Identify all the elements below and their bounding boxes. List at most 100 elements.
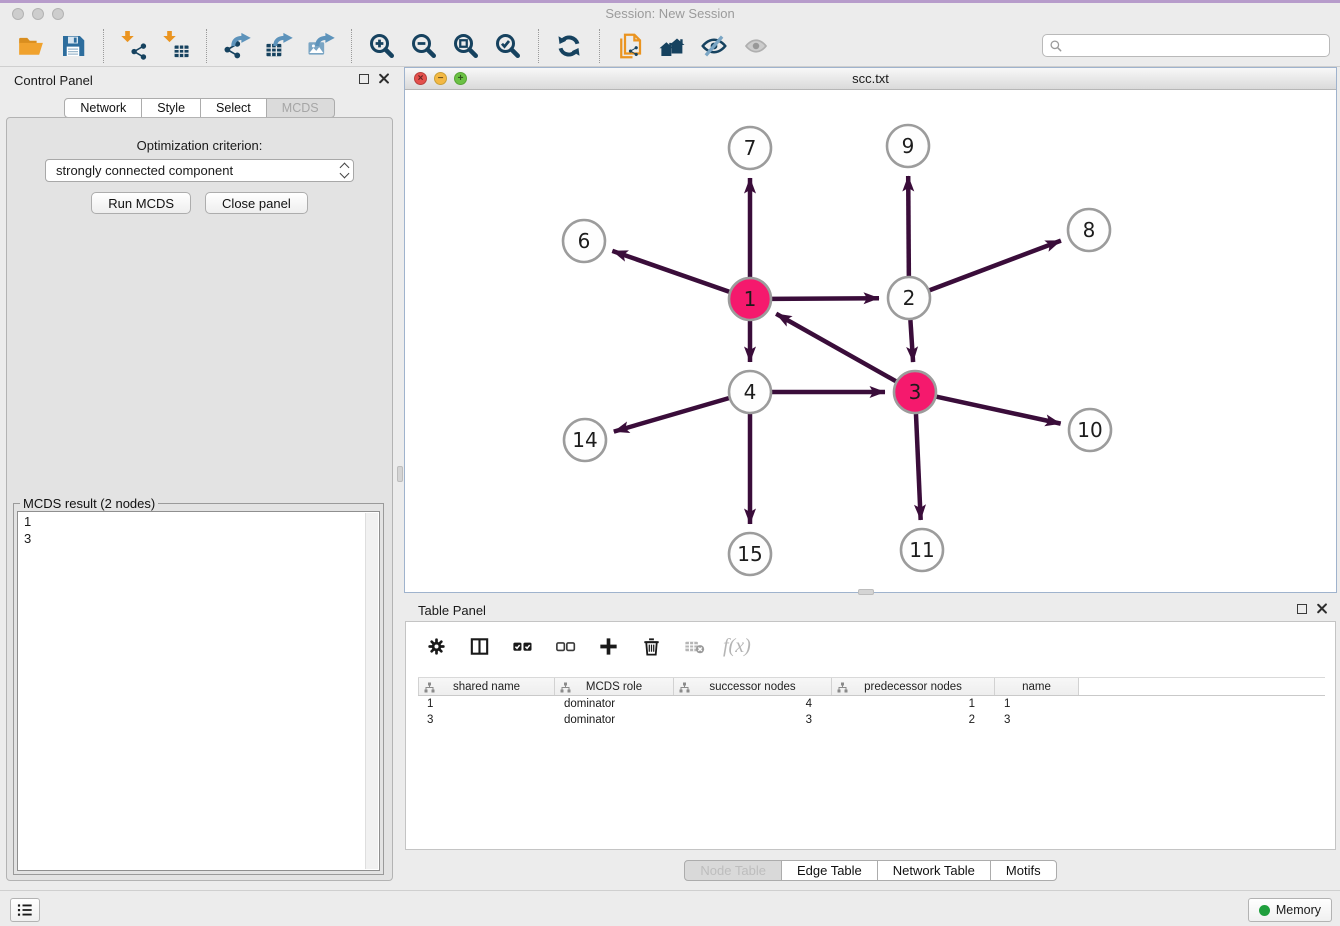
app-title: Session: New Session — [0, 6, 1340, 21]
application-window: Session: New Session Control Panel Netwo… — [0, 0, 1340, 926]
column-type-icon — [837, 682, 848, 693]
search-box[interactable] — [1042, 34, 1330, 57]
graph-node-2[interactable]: 2 — [888, 277, 930, 319]
tab-style[interactable]: Style — [141, 98, 201, 118]
column-header-predecessor-nodes[interactable]: predecessor nodes — [832, 678, 995, 695]
tab-edge-table[interactable]: Edge Table — [781, 860, 878, 881]
refresh-button[interactable] — [548, 27, 590, 65]
task-history-button[interactable] — [10, 898, 40, 922]
close-panel-icon[interactable] — [1316, 603, 1327, 614]
import-table-button[interactable] — [155, 27, 197, 65]
column-header-name[interactable]: name — [995, 678, 1079, 695]
result-scrollbar[interactable] — [365, 513, 378, 869]
mcds-result-box: 1 3 — [17, 511, 380, 871]
delete-table-button[interactable] — [680, 632, 708, 660]
network-window-titlebar[interactable]: × − + scc.txt — [405, 68, 1336, 90]
table-cell: 4 — [674, 698, 832, 710]
column-header-successor-nodes[interactable]: successor nodes — [674, 678, 832, 695]
graph-node-14[interactable]: 14 — [564, 419, 606, 461]
toolbar-separator — [103, 29, 104, 63]
edge-4-14[interactable] — [614, 398, 729, 431]
column-header-MCDS-role[interactable]: MCDS role — [555, 678, 674, 695]
zoom-in-button[interactable] — [361, 27, 403, 65]
table-cell: 3 — [674, 714, 832, 726]
run-mcds-button[interactable]: Run MCDS — [91, 192, 191, 214]
edge-2-9[interactable] — [908, 176, 909, 276]
export-image-button[interactable] — [300, 27, 342, 65]
open-session-button[interactable] — [10, 27, 52, 65]
node-label: 10 — [1077, 418, 1102, 442]
table-row[interactable]: 3dominator323 — [418, 712, 1325, 728]
vertical-splitter-handle[interactable] — [397, 466, 403, 482]
graph-node-3[interactable]: 3 — [894, 371, 936, 413]
graph-node-9[interactable]: 9 — [887, 125, 929, 167]
graph-node-1[interactable]: 1 — [729, 278, 771, 320]
table-cell: 3 — [418, 714, 555, 726]
edge-3-1[interactable] — [776, 314, 896, 381]
network-graph[interactable]: 1 2 3 4 6 7 8 9 10 11 14 15 — [405, 90, 1336, 591]
edge-2-3[interactable] — [910, 320, 913, 362]
table-row[interactable]: 1dominator411 — [418, 696, 1325, 712]
graph-node-10[interactable]: 10 — [1069, 409, 1111, 451]
zoom-in-icon — [367, 31, 397, 61]
select-stepper-icon — [335, 160, 353, 181]
graph-node-7[interactable]: 7 — [729, 127, 771, 169]
edge-1-6[interactable] — [612, 251, 729, 292]
memory-button[interactable]: Memory — [1248, 898, 1332, 922]
close-panel-icon[interactable] — [378, 73, 389, 84]
add-column-button[interactable] — [594, 632, 622, 660]
zoom-out-icon — [409, 31, 439, 61]
import-table-icon — [161, 31, 191, 61]
zoom-selected-button[interactable] — [487, 27, 529, 65]
hide-graphics-details-icon — [699, 31, 729, 61]
mcds-result-group: MCDS result (2 nodes) 1 3 — [13, 496, 384, 875]
node-table: shared name MCDS role successor nodes pr… — [418, 677, 1325, 728]
float-panel-icon[interactable] — [1297, 604, 1307, 614]
hide-graphics-details-button[interactable] — [693, 27, 735, 65]
table-settings-button[interactable] — [422, 632, 450, 660]
tab-node-table[interactable]: Node Table — [684, 860, 782, 881]
graph-node-6[interactable]: 6 — [563, 220, 605, 262]
tab-mcds[interactable]: MCDS — [266, 98, 335, 118]
network-view-window: × − + scc.txt 1 2 3 4 6 7 8 9 10 11 14 15 — [404, 67, 1337, 593]
node-label: 15 — [737, 542, 762, 566]
export-network-button[interactable] — [216, 27, 258, 65]
edge-2-8[interactable] — [930, 241, 1061, 291]
table-panel-header: Table Panel — [404, 597, 1337, 624]
tab-network[interactable]: Network — [64, 98, 142, 118]
tab-select[interactable]: Select — [200, 98, 267, 118]
open-session-icon — [16, 31, 46, 61]
tab-motifs[interactable]: Motifs — [990, 860, 1057, 881]
select-all-columns-button[interactable] — [508, 632, 536, 660]
show-graphics-details-button[interactable] — [735, 27, 777, 65]
table-settings-icon — [425, 635, 448, 658]
import-network-button[interactable] — [113, 27, 155, 65]
close-panel-button[interactable]: Close panel — [205, 192, 308, 214]
graph-node-8[interactable]: 8 — [1068, 209, 1110, 251]
tab-network-table[interactable]: Network Table — [877, 860, 991, 881]
edge-3-10[interactable] — [936, 397, 1060, 424]
graph-node-11[interactable]: 11 — [901, 529, 943, 571]
graph-node-15[interactable]: 15 — [729, 533, 771, 575]
export-table-button[interactable] — [258, 27, 300, 65]
horizontal-splitter-handle[interactable] — [858, 589, 874, 595]
float-panel-icon[interactable] — [359, 74, 369, 84]
graph-node-4[interactable]: 4 — [729, 371, 771, 413]
function-builder-button[interactable]: f(x) — [723, 635, 751, 658]
network-canvas[interactable]: 1 2 3 4 6 7 8 9 10 11 14 15 — [405, 90, 1336, 591]
zoom-out-button[interactable] — [403, 27, 445, 65]
column-header-shared-name[interactable]: shared name — [418, 678, 555, 695]
save-session-button[interactable] — [52, 27, 94, 65]
delete-columns-button[interactable] — [637, 632, 665, 660]
show-columns-button[interactable] — [465, 632, 493, 660]
edge-3-11[interactable] — [916, 414, 921, 520]
main-toolbar — [0, 25, 1340, 67]
zoom-fit-button[interactable] — [445, 27, 487, 65]
edge-1-2[interactable] — [772, 298, 879, 299]
open-network-file-button[interactable] — [609, 27, 651, 65]
import-network-icon — [119, 31, 149, 61]
cyndex-browser-button[interactable] — [651, 27, 693, 65]
optimization-criterion-select[interactable]: strongly connected component — [45, 159, 354, 182]
search-input[interactable] — [1063, 38, 1323, 54]
unselect-all-columns-button[interactable] — [551, 632, 579, 660]
